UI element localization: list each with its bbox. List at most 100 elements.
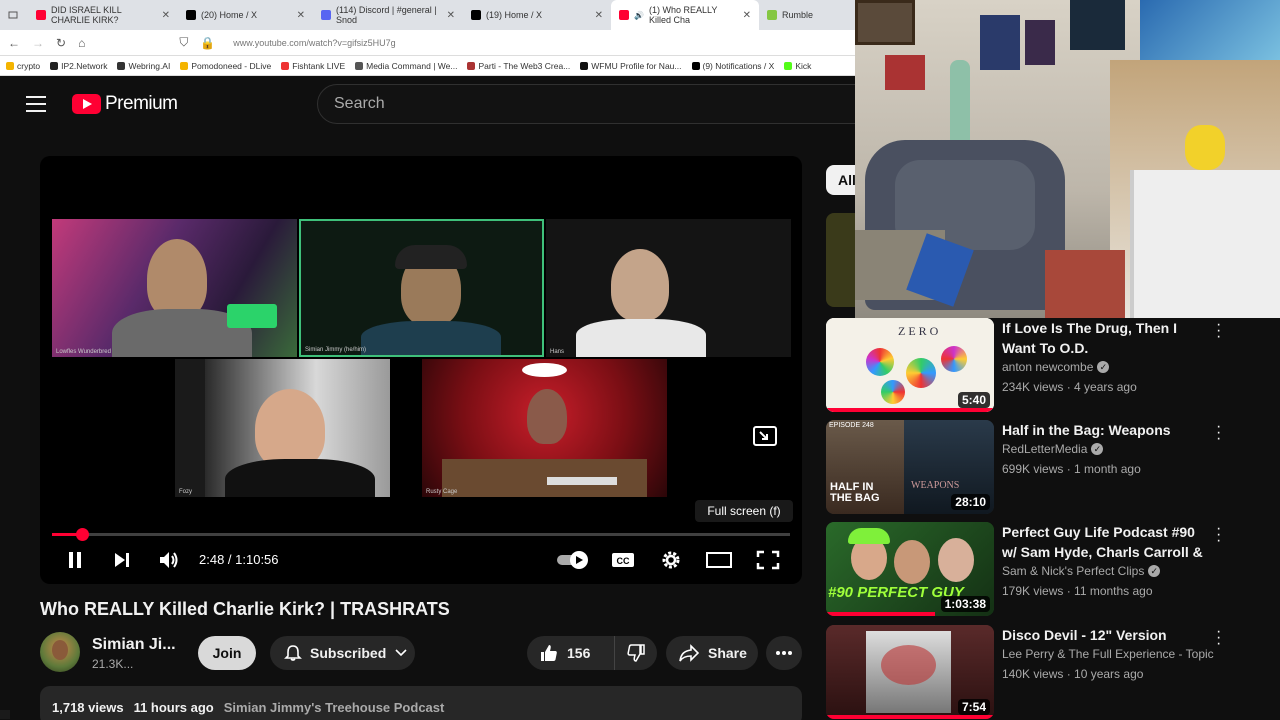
more-vertical-icon[interactable]: · · · (1216, 624, 1221, 652)
participant-name: Simian Jimmy (he/him) (305, 347, 367, 353)
video-thumbnail[interactable]: 7:54 (826, 625, 994, 719)
home-icon[interactable]: ⌂ (78, 36, 85, 50)
fullscreen-button[interactable] (754, 548, 782, 572)
video-title[interactable]: If Love Is The Drug, Then I Want To O.D. (1002, 318, 1212, 358)
reload-icon[interactable]: ↻ (56, 36, 66, 50)
video-duration: 28:10 (951, 494, 990, 510)
channel-name[interactable]: RedLetterMedia (1002, 442, 1087, 456)
bookmark-item[interactable]: IP2.Network (50, 61, 107, 71)
close-icon[interactable]: ✕ (447, 10, 455, 21)
wall-poster (1140, 0, 1280, 60)
tab-label: DID ISRAEL KILL CHARLIE KIRK? (51, 5, 122, 25)
bookmark-item[interactable]: Webring.AI (117, 61, 170, 71)
bookmark-favicon-icon (117, 61, 126, 70)
video-title[interactable]: Disco Devil - 12" Version (1002, 625, 1212, 645)
bookmark-item[interactable]: Kick (784, 61, 811, 71)
more-vertical-icon[interactable]: · · · (1216, 521, 1221, 549)
recommended-video[interactable]: #90 PERFECT GUY 1:03:38 Perfect Guy Life… (826, 521, 1280, 616)
participant-body (361, 321, 501, 355)
description-tag[interactable]: Simian Jimmy's Treehouse Podcast (224, 700, 445, 715)
recommended-video[interactable]: ZERO 5:40 If Love Is The Drug, Then I Wa… (826, 317, 1280, 412)
channel-name[interactable]: Lee Perry & The Full Experience - Topic (1002, 647, 1214, 661)
settings-button[interactable] (658, 548, 684, 572)
bookmark-item[interactable]: WFMU Profile for Nau... (580, 61, 682, 71)
wall-poster (980, 15, 1020, 70)
autoplay-toggle[interactable] (554, 548, 592, 572)
more-vertical-icon[interactable]: · · · (1216, 317, 1221, 345)
pause-icon (69, 552, 81, 568)
theater-mode-button[interactable] (704, 548, 734, 572)
video-thumbnail[interactable]: #90 PERFECT GUY 1:03:38 (826, 522, 994, 616)
subscribed-button[interactable]: Subscribed (270, 636, 415, 670)
back-icon[interactable]: ← (8, 36, 20, 50)
miniplayer-icon[interactable] (752, 425, 778, 447)
pause-button[interactable] (62, 548, 88, 572)
video-title[interactable]: Perfect Guy Life Podcast #90 w/ Sam Hyde… (1002, 522, 1212, 562)
forward-icon[interactable]: → (32, 36, 44, 50)
progress-bar[interactable] (52, 528, 790, 541)
like-button[interactable]: 156 (527, 636, 615, 670)
bookmark-item[interactable]: Parti - The Web3 Crea... (467, 61, 570, 71)
participant-figure (611, 249, 669, 321)
webcam-overlay (855, 0, 1280, 318)
youtube-header: Premium Search (0, 76, 877, 132)
tab-list-icon[interactable] (0, 0, 28, 30)
description-box[interactable]: 1,718 views 11 hours ago Simian Jimmy's … (40, 686, 802, 720)
youtube-play-icon (72, 94, 101, 114)
wall-poster (855, 0, 915, 45)
browser-tab[interactable]: (114) Discord | #general | Snod ✕ (313, 0, 463, 30)
scrubber-handle[interactable] (75, 528, 89, 541)
close-icon[interactable]: ✕ (595, 10, 603, 21)
dislike-button[interactable] (615, 643, 657, 663)
recommended-video[interactable]: EPISODE 248 HALF IN THE BAG WEAPONS 28:1… (826, 419, 1280, 514)
volume-button[interactable] (156, 548, 182, 572)
next-button[interactable] (110, 548, 134, 572)
partial-thumbnail[interactable] (826, 213, 856, 307)
lamp (522, 363, 567, 377)
browser-tab[interactable]: (19) Home / X ✕ (463, 0, 611, 30)
bookmark-label: Fishtank LIVE (292, 60, 346, 71)
channel-name[interactable]: Sam & Nick's Perfect Clips (1002, 564, 1144, 578)
tab-label: (114) Discord | #general | Snod (336, 5, 437, 25)
search-input[interactable]: Search (317, 84, 877, 124)
shield-icon[interactable]: ⛉ (179, 35, 188, 50)
captions-button[interactable]: CC (610, 548, 636, 572)
join-button[interactable]: Join (198, 636, 256, 670)
green-sign (227, 304, 277, 328)
bookmark-item[interactable]: crypto (6, 61, 40, 71)
x-favicon-icon (186, 10, 196, 20)
video-thumbnail[interactable]: ZERO 5:40 (826, 318, 994, 412)
bookmark-item[interactable]: Fishtank LIVE (281, 61, 345, 71)
url-field[interactable]: www.youtube.com/watch?v=gifsiz5HU7g (233, 38, 395, 48)
share-icon (679, 644, 700, 662)
bookmark-item[interactable]: Media Command | We... (355, 61, 457, 71)
logo-text: Premium (105, 93, 178, 114)
youtube-logo[interactable]: Premium (72, 93, 178, 115)
channel-name[interactable]: anton newcombe (1002, 360, 1093, 374)
folder-icon (6, 61, 14, 70)
close-icon[interactable]: ✕ (162, 10, 170, 21)
video-thumbnail[interactable]: EPISODE 248 HALF IN THE BAG WEAPONS 28:1… (826, 420, 994, 514)
browser-tab[interactable]: (20) Home / X ✕ (178, 0, 313, 30)
more-vertical-icon[interactable]: · · · (1216, 419, 1221, 447)
video-player[interactable]: Lowfles Wunderbred Simian Jimmy (he/him)… (40, 156, 802, 584)
close-icon[interactable]: ✕ (297, 10, 305, 21)
participant-figure (255, 389, 325, 469)
close-icon[interactable]: ✕ (743, 10, 751, 21)
browser-tab[interactable]: DID ISRAEL KILL CHARLIE KIRK? ✕ (28, 0, 178, 30)
share-button[interactable]: Share (666, 636, 758, 670)
more-actions-button[interactable] (766, 636, 802, 670)
participant-name: Rusty Cage (426, 489, 458, 495)
participant-figure (147, 239, 207, 319)
menu-icon[interactable] (26, 96, 46, 112)
channel-line: RedLetterMedia ✓ (1002, 442, 1104, 456)
bookmark-item[interactable]: (9) Notifications / X (691, 61, 774, 71)
channel-name[interactable]: Simian Ji... (92, 636, 176, 654)
recommended-video[interactable]: 7:54 Disco Devil - 12" Version Lee Perry… (826, 624, 1280, 719)
video-title: Who REALLY Killed Charlie Kirk? | TRASHR… (40, 599, 450, 619)
browser-tab-active[interactable]: 🔊 (1) Who REALLY Killed Cha ✕ (611, 0, 759, 30)
video-title[interactable]: Half in the Bag: Weapons (1002, 420, 1212, 440)
bookmark-item[interactable]: Pomodoneed - DLive (180, 61, 271, 71)
channel-avatar[interactable] (40, 632, 80, 672)
browser-tab[interactable]: Rumble (759, 0, 839, 30)
